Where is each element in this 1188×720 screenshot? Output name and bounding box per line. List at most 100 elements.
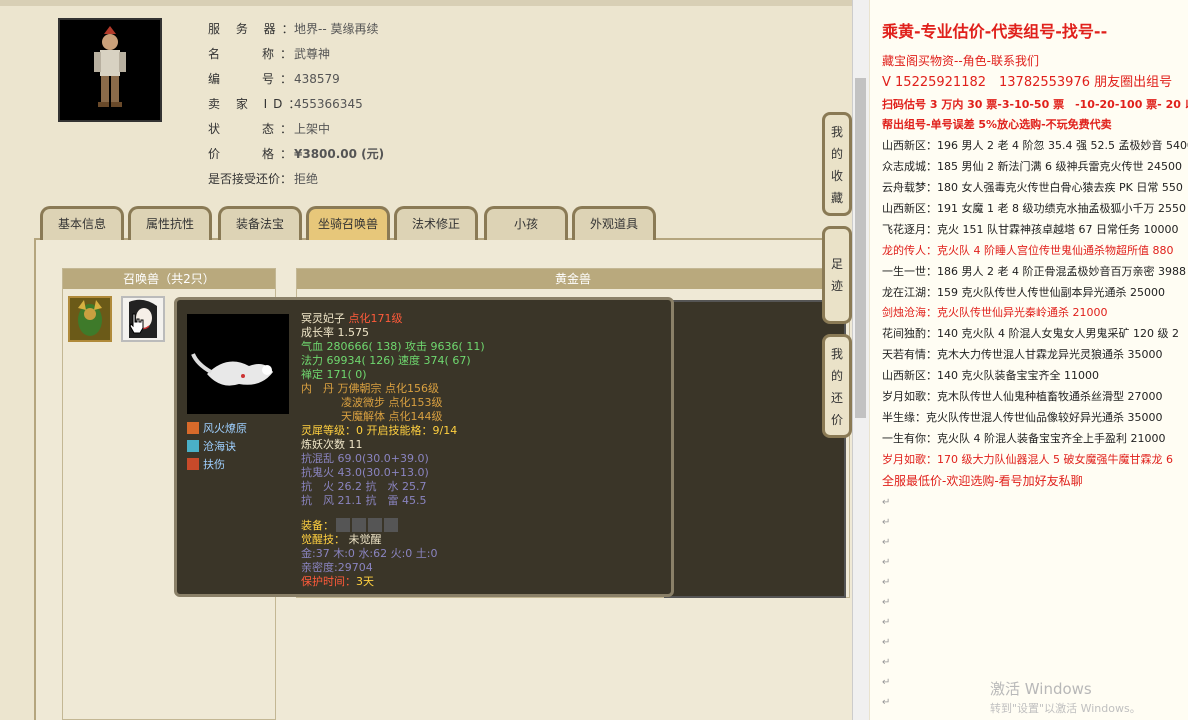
paragraph-mark: ↵ — [882, 597, 891, 608]
info-value: 438579 — [294, 72, 340, 86]
wave-skill-icon — [187, 440, 199, 452]
pet-awaken-value: 未觉醒 — [348, 533, 382, 546]
paragraph-mark: ↵ — [882, 537, 891, 548]
side-tab-char: 的 — [830, 147, 843, 161]
doc-list-item: 龙在江湖：159 克火队传世人传世仙副本异光通杀 25000 — [882, 286, 1165, 299]
white-fox-icon — [187, 314, 289, 414]
tab-spell-correction[interactable]: 法术修正 — [394, 206, 478, 240]
tab-child[interactable]: 小孩 — [484, 206, 568, 240]
character-figure-icon — [60, 20, 160, 120]
pet-hp: 气血 280666( 138) 攻击 9636( 11) — [301, 340, 485, 353]
summon-creature-icon — [78, 300, 102, 336]
side-tab-char: 藏 — [830, 191, 843, 205]
info-server: 服 务 器：地界-- 莫缘再续 — [208, 18, 378, 40]
summon-tooltip: 冥灵妃子 点化171级 成长率 1.575 气血 280666( 138) 攻击… — [174, 297, 674, 597]
doc-footer: 全服最低价-欢迎选购-看号加好友私聊 — [882, 474, 1083, 488]
doc-list-item: 山西新区：196 男人 2 老 4 阶忽 35.4 强 52.5 孟极妙音 54… — [882, 139, 1188, 152]
side-tab-char: 收 — [830, 169, 843, 183]
fire-skill-icon — [187, 422, 199, 434]
summon-detail-header: 黄金兽 — [297, 269, 849, 289]
skill-2: 沧海诀 — [187, 438, 236, 456]
skill-label: 沧海诀 — [203, 440, 236, 453]
info-key: 编 号： — [208, 72, 299, 86]
doc-line-3: 扫码估号 3 万内 30 票-3-10-50 票 -10-20-100 票- 2… — [882, 98, 1188, 111]
summon-image — [187, 314, 289, 414]
pet-mp: 法力 69934( 126) 速度 374( 67) — [301, 354, 471, 367]
hand-cursor-icon — [129, 313, 144, 334]
price-value: ¥3800.00 (元) — [294, 147, 385, 161]
side-tab-char: 还 — [830, 391, 843, 405]
skill-3: 扶伤 — [187, 456, 225, 474]
doc-list-item: 飞花逐月：克火 151 队甘霖神孩卓越塔 67 日常任务 10000 — [882, 223, 1179, 236]
doc-list-item: 山西新区：140 克火队装备宝宝齐全 11000 — [882, 369, 1099, 382]
tab-basic-info[interactable]: 基本信息 — [40, 206, 124, 240]
doc-list-item: 龙的传人：克火队 4 阶睡人宫位传世鬼仙通杀物超所值 880 — [882, 244, 1174, 257]
pet-resist-1: 抗混乱 69.0(30.0+39.0) — [301, 452, 429, 465]
info-status: 状 态：上架中 — [208, 118, 330, 140]
document-pane: 乘黄-专业估价-代卖组号-找号-- 藏宝阁买物资--角色-联系我们 V 1522… — [870, 0, 1188, 720]
side-tab-char: 迹 — [830, 279, 843, 293]
pet-protect-line: 保护时间：3天 — [301, 575, 374, 589]
pet-elements: 金:37 木:0 水:62 火:0 土:0 — [301, 547, 438, 560]
info-seller: 卖 家 ID：455366345 — [208, 93, 363, 115]
paragraph-mark: ↵ — [882, 637, 891, 648]
tab-appearance[interactable]: 外观道具 — [572, 206, 656, 240]
info-id: 编 号：438579 — [208, 68, 340, 90]
doc-line-2: V 15225921182 13782553976 朋友圈出组号 — [882, 75, 1173, 90]
pet-resist-3: 抗 火 26.2 抗 水 25.7 — [301, 480, 427, 493]
pet-resist-4: 抗 风 21.1 抗 雷 45.5 — [301, 494, 427, 507]
trade-detail-panel: 服 务 器：地界-- 莫缘再续 名 称：武尊神 编 号：438579 卖 家 I… — [0, 0, 860, 720]
info-key: 状 态： — [208, 122, 299, 136]
paragraph-mark: ↵ — [882, 657, 891, 668]
side-tab-char: 价 — [830, 413, 843, 427]
tab-equipment[interactable]: 装备法宝 — [218, 206, 302, 240]
doc-list-item: 众志成城：185 男仙 2 新法门满 6 级神兵雷克火传世 24500 — [882, 160, 1182, 173]
pet-inner-dan-2: 凌波微步 点化153级 — [341, 396, 443, 409]
info-value: 拒绝 — [294, 172, 319, 186]
side-tab-favorites[interactable]: 我的收藏 — [822, 112, 852, 216]
skill-label: 风火燎原 — [203, 422, 247, 435]
pet-awaken-label: 觉醒技： — [301, 533, 345, 546]
summons-list-header: 召唤兽（共2只） — [63, 269, 275, 289]
pet-inner-dan-1: 内 丹 万佛朝宗 点化156级 — [301, 382, 439, 395]
paragraph-mark: ↵ — [882, 697, 891, 708]
pet-equip-line: 装备： — [301, 518, 398, 533]
info-value: 地界-- 莫缘再续 — [294, 22, 379, 36]
paragraph-mark: ↵ — [882, 517, 891, 528]
tab-attributes[interactable]: 属性抗性 — [128, 206, 212, 240]
side-tab-bargains[interactable]: 我的还价 — [822, 334, 852, 438]
doc-list-item: 剑烛沧海：克火队传世仙异光秦岭通杀 21000 — [882, 306, 1108, 319]
paragraph-mark: ↵ — [882, 577, 891, 588]
pet-points: 点化171级 — [348, 312, 403, 325]
windows-activation-watermark: 激活 Windows — [990, 680, 1092, 698]
pet-protect-value: 3天 — [356, 575, 374, 588]
skill-1: 风火燎原 — [187, 420, 247, 438]
info-key: 服 务 器： — [208, 22, 300, 36]
pet-growth: 成长率 1.575 — [301, 326, 369, 339]
character-portrait — [58, 18, 162, 122]
side-tab-history[interactable]: 足迹 — [822, 226, 852, 324]
info-key: 是否接受还价： — [208, 172, 293, 186]
summon-thumb-1[interactable] — [68, 296, 112, 342]
equip-slot — [384, 518, 398, 532]
pet-intimacy: 亲密度:29704 — [301, 561, 373, 574]
doc-title: 乘黄-专业估价-代卖组号-找号-- — [882, 22, 1108, 41]
doc-list-item: 半生缘：克火队传世混人传世仙品像较好异光通杀 35000 — [882, 411, 1163, 424]
pet-refine-count: 炼妖次数 11 — [301, 438, 363, 451]
doc-line-4: 帮出组号-单号误差 5%放心选购-不玩免费代卖 — [882, 118, 1112, 131]
popup-backdrop — [664, 300, 846, 598]
pet-equip-label: 装备： — [301, 519, 334, 532]
pet-protect-label: 保护时间： — [301, 575, 356, 588]
scrollbar-thumb[interactable] — [855, 78, 866, 418]
doc-list-item: 山西新区：191 女魔 1 老 8 级功绩克水抽孟极狐小千万 2550 — [882, 202, 1186, 215]
info-name: 名 称：武尊神 — [208, 43, 330, 65]
pet-spirit: 禅定 171( 0) — [301, 368, 367, 381]
tab-mounts-summons[interactable]: 坐骑召唤兽 — [306, 206, 390, 240]
info-bargain: 是否接受还价： 拒绝 — [208, 168, 318, 190]
info-key: 名 称： — [208, 47, 299, 61]
pet-soul-level: 灵犀等级：0 开启技能格：9/14 — [301, 424, 458, 437]
side-tab-char: 我 — [830, 125, 843, 139]
info-value: 上架中 — [294, 122, 331, 136]
windows-activation-hint: 转到"设置"以激活 Windows。 — [990, 702, 1141, 715]
info-key: 卖 家 ID： — [208, 97, 307, 111]
